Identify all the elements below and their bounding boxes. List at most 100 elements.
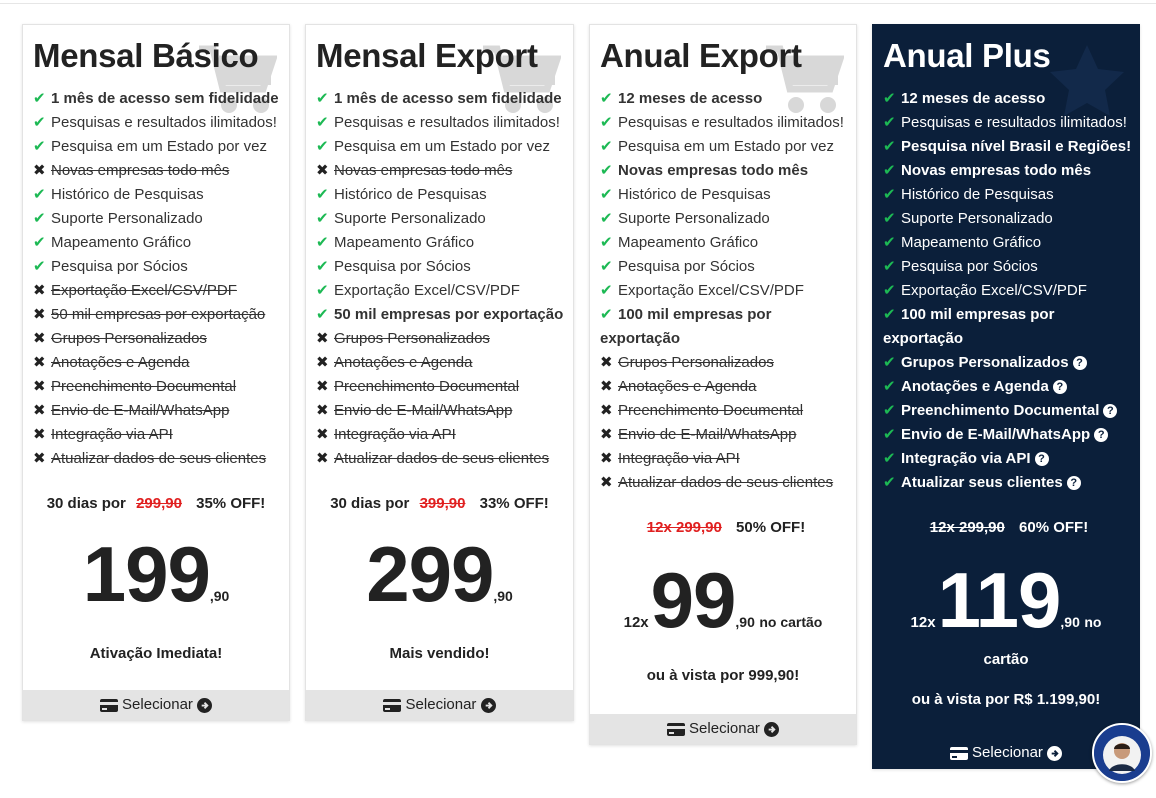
arrow-circle-right-icon	[764, 721, 780, 737]
question-circle-icon[interactable]: ?	[1066, 476, 1081, 490]
feature-item: ✔ Pesquisa em um Estado por vez	[33, 135, 283, 159]
cross-icon: ✖	[316, 378, 329, 395]
feature-text: Preenchimento Documental	[618, 402, 804, 419]
feature-text: Histórico de Pesquisas	[618, 186, 771, 203]
feature-text: Anotações e Agenda	[51, 354, 190, 371]
cross-icon: ✖	[33, 426, 46, 443]
price-prefix: 12x	[910, 614, 936, 631]
arrow-circle-right-icon	[480, 697, 496, 713]
select-label: Selecionar	[689, 720, 760, 737]
feature-item: ✔ Histórico de Pesquisas	[883, 183, 1133, 207]
question-circle-icon[interactable]: ?	[1103, 404, 1118, 418]
feature-list: ✔ 1 mês de acesso sem fidelidade ✔ Pesquisa…	[316, 87, 567, 471]
check-icon: ✔	[883, 450, 896, 467]
price-suffix: no cartão	[759, 614, 823, 630]
check-icon: ✔	[883, 378, 896, 395]
feature-item: ✖ Preenchimento Documental	[316, 375, 567, 399]
feature-item: ✔ Histórico de Pesquisas	[316, 183, 567, 207]
check-icon: ✔	[883, 282, 896, 299]
old-price: 299,90	[136, 495, 182, 512]
feature-item: ✔ Preenchimento Documental?	[883, 399, 1133, 423]
feature-item: ✔ Pesquisas e resultados ilimitados!	[883, 111, 1133, 135]
feature-item: ✖ Atualizar dados de seus clientes	[33, 447, 283, 471]
feature-text: Suporte Personalizado	[334, 210, 486, 227]
feature-item: ✖ Grupos Personalizados	[33, 327, 283, 351]
question-circle-icon[interactable]: ?	[1034, 452, 1049, 466]
offer-prefix: 30 dias por	[46, 495, 126, 512]
select-button[interactable]: Selecionar	[590, 714, 856, 744]
feature-text: Envio de E-Mail/WhatsApp	[51, 402, 230, 419]
feature-text: Pesquisa em um Estado por vez	[51, 138, 267, 155]
check-icon: ✔	[600, 186, 613, 203]
arrow-circle-right-icon	[197, 697, 213, 713]
feature-text: Pesquisas e resultados ilimitados!	[901, 114, 1127, 131]
feature-text: Preenchimento Documental	[334, 378, 520, 395]
feature-item: ✔ Pesquisa em um Estado por vez	[316, 135, 567, 159]
arrow-circle-right-icon	[1047, 745, 1063, 761]
check-icon: ✔	[316, 186, 329, 203]
cross-icon: ✖	[600, 426, 613, 443]
price: 299,90	[306, 535, 573, 613]
support-avatar[interactable]	[1092, 723, 1152, 783]
check-icon: ✔	[33, 186, 46, 203]
feature-item: ✔ Pesquisa por Sócios	[883, 255, 1133, 279]
offer-line: 30 dias por 399,90 33% OFF!	[306, 495, 573, 512]
feature-item: ✔ Suporte Personalizado	[316, 207, 567, 231]
question-circle-icon[interactable]: ?	[1072, 356, 1087, 370]
cross-icon: ✖	[33, 162, 46, 179]
feature-text: 12 meses de acesso	[901, 90, 1046, 107]
feature-text: Envio de E-Mail/WhatsApp	[334, 402, 513, 419]
feature-item: ✔ Mapeamento Gráfico	[883, 231, 1133, 255]
select-button[interactable]: Selecionar	[23, 690, 289, 720]
credit-card-icon	[949, 746, 968, 760]
feature-item: ✖ Integração via API	[33, 423, 283, 447]
feature-item: ✖ 50 mil empresas por exportação	[33, 303, 283, 327]
feature-item: ✔ Pesquisa em um Estado por vez	[600, 135, 850, 159]
feature-text: Envio de E-Mail/WhatsApp	[618, 426, 797, 443]
price: 12x119,90 no	[873, 561, 1139, 639]
check-icon: ✔	[33, 258, 46, 275]
feature-text: Suporte Personalizado	[618, 210, 770, 227]
feature-item: ✖ Grupos Personalizados	[600, 351, 850, 375]
feature-text: Pesquisas e resultados ilimitados!	[618, 114, 844, 131]
check-icon: ✔	[883, 138, 896, 155]
feature-item: ✔ Suporte Personalizado	[600, 207, 850, 231]
check-icon: ✔	[600, 234, 613, 251]
feature-text: Preenchimento Documental	[901, 402, 1100, 419]
check-icon: ✔	[883, 162, 896, 179]
feature-text: Anotações e Agenda	[901, 378, 1049, 395]
feature-item: ✔ 12 meses de acesso	[600, 87, 850, 111]
feature-text: 100 mil empresas por exportação	[883, 306, 1055, 347]
feature-item: ✖ Integração via API	[600, 447, 850, 471]
feature-text: 50 mil empresas por exportação	[51, 306, 266, 323]
check-icon: ✔	[883, 114, 896, 131]
feature-item: ✔ 100 mil empresas por exportação	[883, 303, 1133, 351]
plan-note: Ativação Imediata!	[89, 645, 223, 662]
price-integer: 99	[650, 556, 737, 644]
check-icon: ✔	[600, 90, 613, 107]
plan-title: Mensal Export	[316, 37, 538, 74]
feature-item: ✔ Pesquisa por Sócios	[33, 255, 283, 279]
feature-text: Atualizar dados de seus clientes	[334, 450, 550, 467]
cross-icon: ✖	[33, 402, 46, 419]
question-circle-icon[interactable]: ?	[1052, 380, 1067, 394]
feature-text: Grupos Personalizados	[334, 330, 490, 347]
feature-item: ✔ Suporte Personalizado	[33, 207, 283, 231]
select-button[interactable]: Selecionar	[306, 690, 573, 720]
feature-item: ✔ Exportação Excel/CSV/PDF	[600, 279, 850, 303]
credit-card-icon	[99, 698, 118, 712]
cross-icon: ✖	[33, 282, 46, 299]
feature-item: ✔ Histórico de Pesquisas	[33, 183, 283, 207]
feature-text: Novas empresas todo mês	[901, 162, 1092, 179]
old-price: 12x 299,90	[646, 519, 722, 536]
feature-text: Pesquisa por Sócios	[618, 258, 755, 275]
feature-text: Atualizar dados de seus clientes	[618, 474, 834, 491]
feature-item: ✔ Mapeamento Gráfico	[33, 231, 283, 255]
cross-icon: ✖	[316, 162, 329, 179]
plan-card-mensal-export: Mensal Export ✔ 1 mês de acesso sem fidel…	[305, 24, 574, 721]
question-circle-icon[interactable]: ?	[1094, 428, 1109, 442]
feature-item: ✔ Novas empresas todo mês	[883, 159, 1133, 183]
cross-icon: ✖	[33, 378, 46, 395]
feature-text: Envio de E-Mail/WhatsApp	[901, 426, 1091, 443]
credit-card-icon	[383, 698, 402, 712]
